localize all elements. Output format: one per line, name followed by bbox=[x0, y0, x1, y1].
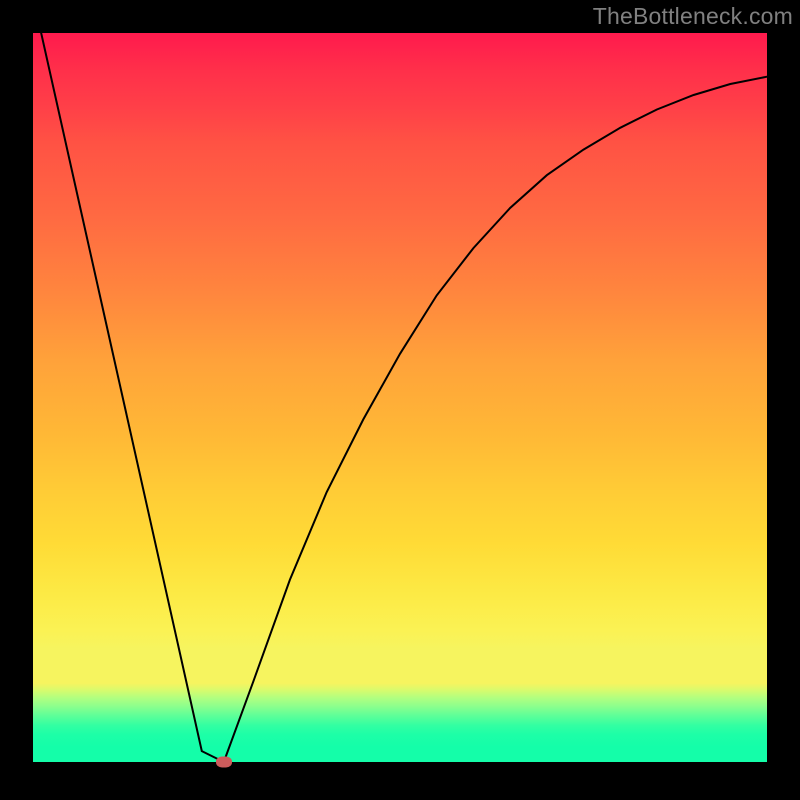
watermark-text: TheBottleneck.com bbox=[593, 3, 793, 30]
curve-path bbox=[33, 0, 767, 762]
chart-stage: TheBottleneck.com bbox=[0, 0, 800, 800]
bottleneck-curve bbox=[33, 33, 767, 762]
plot-area bbox=[33, 33, 767, 762]
optimum-marker bbox=[216, 757, 232, 768]
